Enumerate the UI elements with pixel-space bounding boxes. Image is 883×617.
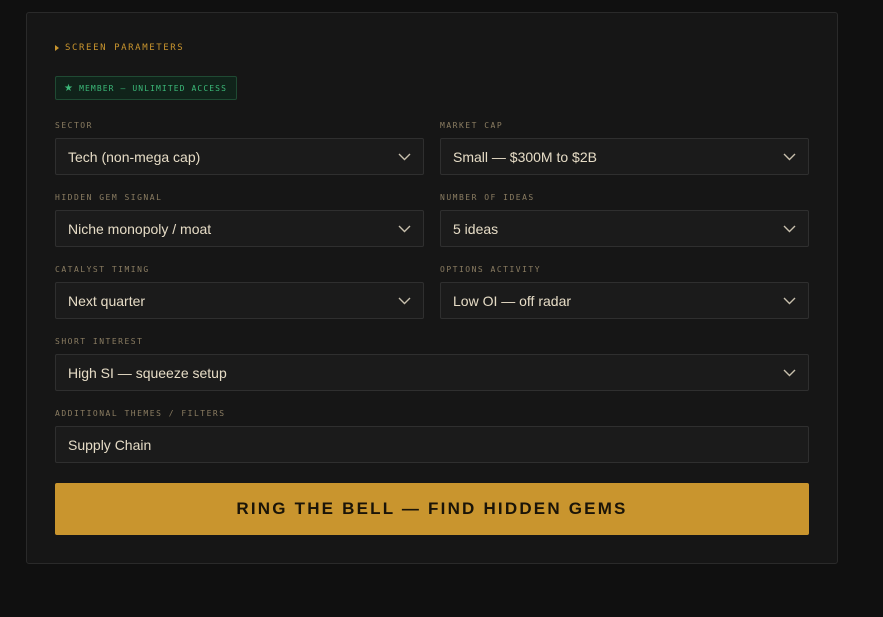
number-of-ideas-select[interactable]: 5 ideas [440, 210, 809, 247]
chevron-down-icon [398, 297, 411, 304]
section-title: SCREEN PARAMETERS [55, 43, 184, 53]
short-interest-value: High SI — squeeze setup [68, 364, 227, 381]
member-badge: ★ MEMBER — UNLIMITED ACCESS [55, 76, 237, 100]
chevron-down-icon [398, 153, 411, 160]
star-icon: ★ [64, 82, 75, 94]
find-hidden-gems-button[interactable]: RING THE BELL — FIND HIDDEN GEMS [55, 483, 809, 535]
number-of-ideas-label: NUMBER OF IDEAS [440, 193, 535, 202]
options-activity-value: Low OI — off radar [453, 292, 572, 309]
hidden-gem-signal-select[interactable]: Niche monopoly / moat [55, 210, 424, 247]
triangle-right-icon [55, 45, 59, 51]
hidden-gem-signal-label: HIDDEN GEM SIGNAL [55, 193, 163, 202]
catalyst-timing-select[interactable]: Next quarter [55, 282, 424, 319]
chevron-down-icon [783, 369, 796, 376]
sector-value: Tech (non-mega cap) [68, 148, 201, 165]
market-cap-select[interactable]: Small — $300M to $2B [440, 138, 809, 175]
market-cap-label: MARKET CAP [440, 121, 504, 130]
chevron-down-icon [783, 153, 796, 160]
catalyst-timing-label: CATALYST TIMING [55, 265, 150, 274]
additional-themes-input[interactable]: Supply Chain [55, 426, 809, 463]
short-interest-label: SHORT INTEREST [55, 337, 144, 346]
section-title-text: SCREEN PARAMETERS [65, 43, 185, 53]
short-interest-select[interactable]: High SI — squeeze setup [55, 354, 809, 391]
options-activity-label: OPTIONS ACTIVITY [440, 265, 542, 274]
sector-label: SECTOR [55, 121, 93, 130]
hidden-gem-signal-value: Niche monopoly / moat [68, 220, 212, 237]
sector-select[interactable]: Tech (non-mega cap) [55, 138, 424, 175]
member-badge-label: MEMBER — UNLIMITED ACCESS [79, 83, 227, 93]
chevron-down-icon [783, 297, 796, 304]
number-of-ideas-value: 5 ideas [453, 220, 499, 237]
additional-themes-label: ADDITIONAL THEMES / FILTERS [55, 409, 226, 418]
screen-parameters-panel: SCREEN PARAMETERS ★ MEMBER — UNLIMITED A… [26, 12, 838, 564]
catalyst-timing-value: Next quarter [68, 292, 146, 309]
chevron-down-icon [783, 225, 796, 232]
market-cap-value: Small — $300M to $2B [453, 148, 597, 165]
options-activity-select[interactable]: Low OI — off radar [440, 282, 809, 319]
chevron-down-icon [398, 225, 411, 232]
additional-themes-value: Supply Chain [68, 436, 152, 453]
